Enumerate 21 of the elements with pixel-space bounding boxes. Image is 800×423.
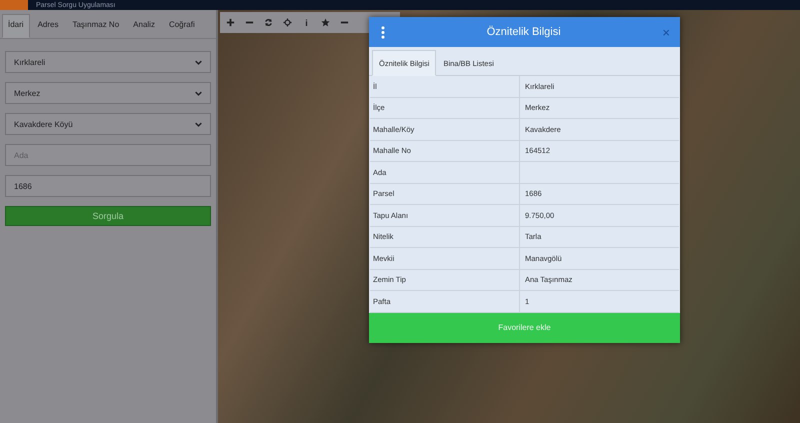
zoom-in-icon[interactable] xyxy=(226,18,235,27)
sidebar-tab[interactable]: Analiz xyxy=(127,14,161,38)
menu-icon[interactable] xyxy=(381,26,385,38)
star-icon[interactable] xyxy=(321,18,330,27)
caret-icon xyxy=(195,60,202,64)
sidebar-tab[interactable]: Taşınmaz No xyxy=(66,14,126,38)
dropdown-field[interactable]: Kavakdere Köyü xyxy=(5,113,211,135)
crosshair-icon[interactable] xyxy=(283,18,292,27)
dropdown-field[interactable]: Kırklareli xyxy=(5,51,211,73)
caret-icon xyxy=(195,122,202,126)
caret-icon xyxy=(195,90,202,96)
info-button[interactable]: i xyxy=(302,18,311,28)
refresh-icon[interactable] xyxy=(264,18,273,27)
sidebar-tab[interactable]: Adres xyxy=(32,14,64,38)
sidebar-tab[interactable]: İdari xyxy=(2,14,30,38)
input-field[interactable]: 1686 xyxy=(5,175,211,197)
sidebar-tab[interactable]: Coğrafi xyxy=(162,14,201,38)
query-button[interactable]: Sorgula xyxy=(5,206,211,226)
dropdown-field[interactable]: Merkez xyxy=(5,82,211,104)
dialog-title: Öznitelik Bilgisi xyxy=(486,26,562,38)
brand-block xyxy=(0,0,28,10)
